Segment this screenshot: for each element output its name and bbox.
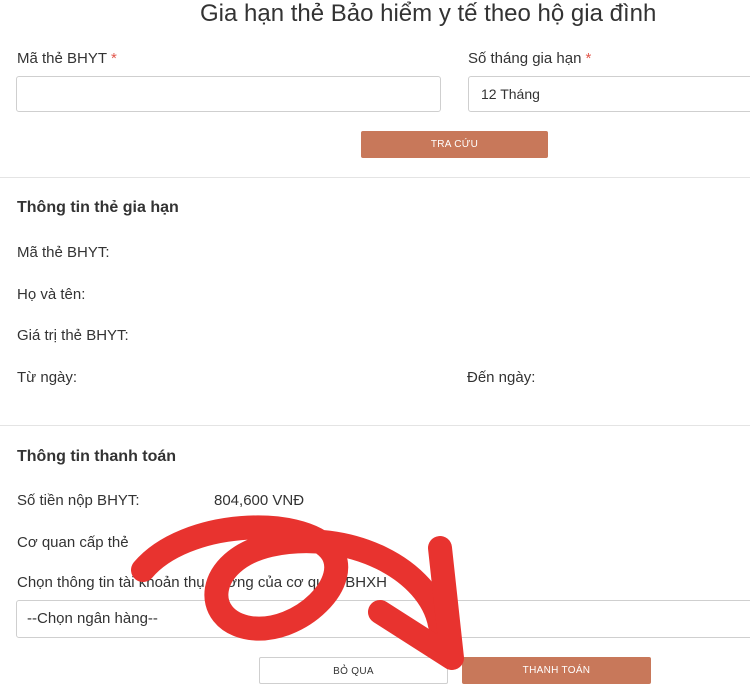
amount-label: Số tiền nộp BHYT: <box>17 492 140 509</box>
section-divider <box>0 425 750 426</box>
section-divider <box>0 177 750 178</box>
pay-button[interactable]: THANH TOÁN <box>462 657 651 684</box>
required-marker: * <box>111 50 117 67</box>
card-number-label: Mã thẻ BHYT * <box>17 50 117 67</box>
card-number-label-text: Mã thẻ BHYT <box>17 50 108 67</box>
card-value-label: Giá trị thẻ BHYT: <box>17 327 129 344</box>
bank-select[interactable]: --Chọn ngân hàng-- <box>16 600 750 638</box>
from-date-label: Từ ngày: <box>17 369 78 386</box>
renewal-card-number-label: Mã thẻ BHYT: <box>17 244 110 261</box>
months-select[interactable]: 12 Tháng <box>468 76 750 112</box>
months-label-text: Số tháng gia hạn <box>468 50 582 67</box>
months-label: Số tháng gia hạn * <box>468 50 591 67</box>
amount-value: 804,600 VNĐ <box>214 492 305 509</box>
full-name-label: Họ và tên: <box>17 286 86 303</box>
payment-info-heading: Thông tin thanh toán <box>17 448 177 465</box>
skip-button[interactable]: BỎ QUA <box>259 657 448 684</box>
beneficiary-account-label: Chọn thông tin tài khoản thụ hưởng của c… <box>17 574 387 591</box>
lookup-button[interactable]: TRA CỨU <box>361 131 548 158</box>
to-date-label: Đến ngày: <box>467 369 536 386</box>
page-title: Gia hạn thẻ Bảo hiểm y tế theo hộ gia đì… <box>200 0 657 27</box>
renewal-info-heading: Thông tin thẻ gia hạn <box>17 199 179 216</box>
issuer-label: Cơ quan cấp thẻ <box>17 534 129 551</box>
card-number-input[interactable] <box>16 76 441 112</box>
required-marker: * <box>585 50 592 67</box>
